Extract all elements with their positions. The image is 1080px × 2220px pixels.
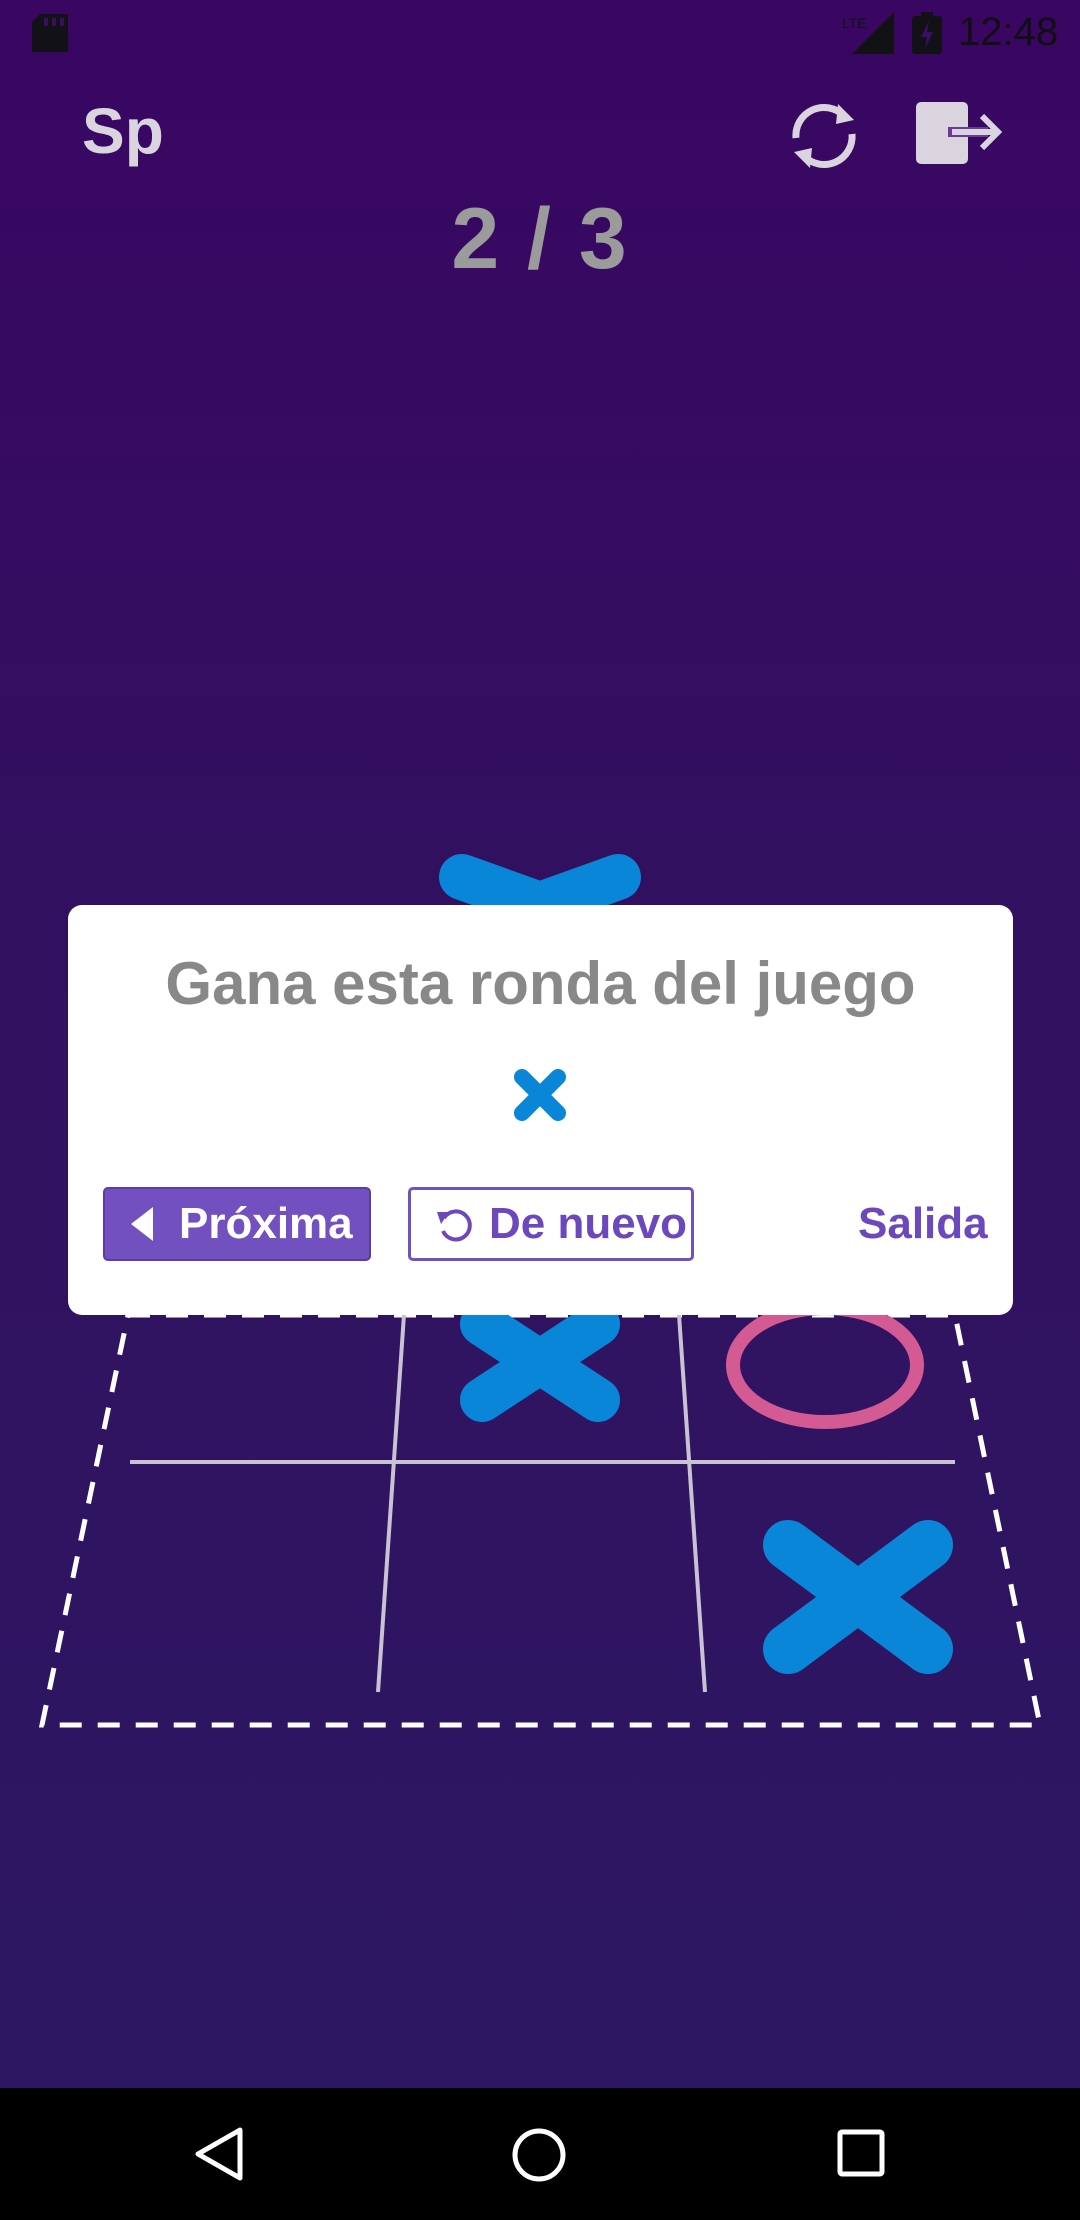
dialog-title: Gana esta ronda del juego [165, 950, 916, 1017]
caret-left-icon [131, 1207, 153, 1241]
cell-x-mark [763, 1520, 953, 1674]
play-again-button[interactable]: De nuevo [408, 1187, 694, 1261]
navigation-bar [0, 2088, 1080, 2220]
cell-x-mark [460, 1302, 620, 1422]
cell-o-mark [726, 1301, 924, 1429]
grid-line [676, 1299, 707, 1693]
back-icon[interactable] [192, 2126, 248, 2182]
next-round-label: Próxima [179, 1199, 353, 1248]
x-mark-icon [514, 1069, 566, 1121]
exit-button[interactable]: Salida [768, 1187, 988, 1261]
grid-line [376, 1299, 407, 1693]
exit-label: Salida [858, 1199, 988, 1248]
undo-icon [437, 1209, 472, 1242]
home-icon[interactable] [510, 2126, 568, 2184]
round-result-dialog: Gana esta ronda del juego Próxima De nue… [68, 905, 1013, 1315]
play-again-label: De nuevo [489, 1199, 688, 1248]
recents-icon[interactable] [836, 2128, 886, 2178]
next-round-button[interactable]: Próxima [103, 1187, 371, 1261]
